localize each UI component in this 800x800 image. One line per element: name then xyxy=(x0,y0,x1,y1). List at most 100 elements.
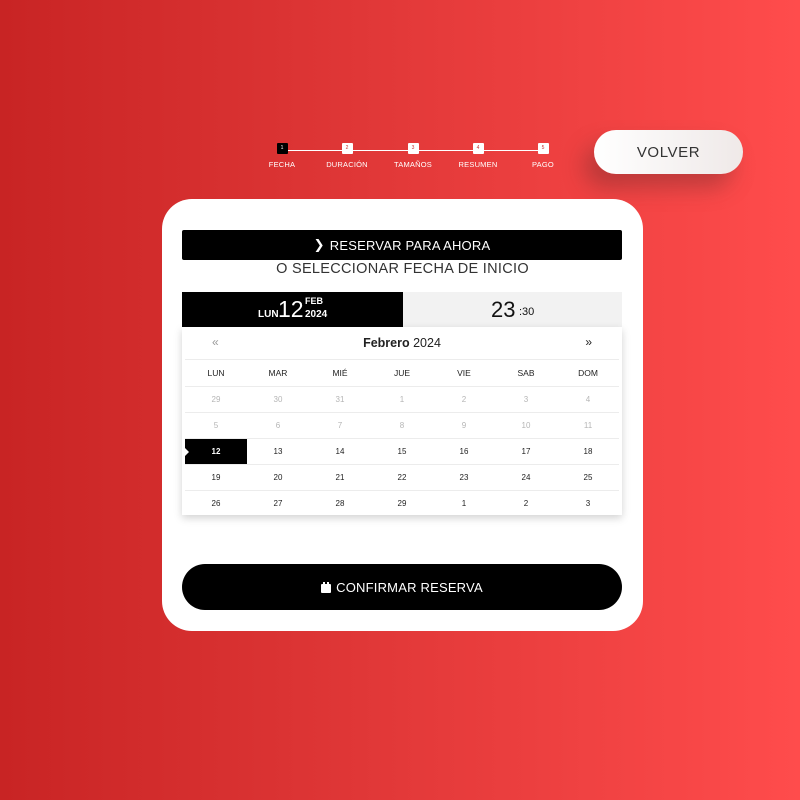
calendar-day-number: 12 xyxy=(211,447,221,456)
step-label: RESUMEN xyxy=(458,160,498,169)
calendar-day: 29 xyxy=(185,387,247,412)
book-now-button[interactable]: ❯ RESERVAR PARA AHORA xyxy=(182,230,622,260)
calendar-day[interactable]: 17 xyxy=(495,439,557,464)
step-label: TAMAÑOS xyxy=(394,160,432,169)
calendar-title: Febrero 2024 xyxy=(182,336,622,350)
calendar-day-number: 23 xyxy=(459,473,469,482)
calendar-day[interactable]: 18 xyxy=(557,439,619,464)
calendar-day-number: 22 xyxy=(397,473,407,482)
calendar-day[interactable]: 25 xyxy=(557,465,619,490)
calendar-day[interactable]: 27 xyxy=(247,491,309,516)
calendar-day: 10 xyxy=(495,413,557,438)
calendar-day[interactable]: 15 xyxy=(371,439,433,464)
calendar-day-number: 16 xyxy=(459,447,469,456)
weekday-header: LUN MAR MIÉ JUE VIE SAB DOM xyxy=(185,359,619,386)
step-number: 3 xyxy=(407,143,419,154)
calendar-day: 30 xyxy=(247,387,309,412)
calendar-day-number: 2 xyxy=(523,499,529,508)
calendar-day-number: 6 xyxy=(275,421,281,430)
calendar-day-number: 26 xyxy=(211,499,221,508)
calendar-day[interactable]: 29 xyxy=(371,491,433,516)
calendar-week-row: 26 27 28 29 1 2 3 xyxy=(185,490,619,516)
step-label: FECHA xyxy=(268,160,296,169)
calendar-day: 1 xyxy=(371,387,433,412)
calendar-nav: « Febrero 2024 » xyxy=(182,327,622,359)
chevron-right-icon: ❯ xyxy=(313,237,325,252)
weekday-label: LUN xyxy=(207,368,225,378)
weekday-label: SAB xyxy=(517,368,535,378)
calendar-day-selected[interactable]: 12 xyxy=(185,439,247,464)
calendar-day-number: 13 xyxy=(273,447,283,456)
calendar: « Febrero 2024 » LUN MAR MIÉ JUE VIE SAB… xyxy=(182,327,622,515)
calendar-day-number: 1 xyxy=(461,499,467,508)
calendar-day-number: 14 xyxy=(335,447,345,456)
weekday-label: VIE xyxy=(457,368,471,378)
calendar-day[interactable]: 26 xyxy=(185,491,247,516)
confirm-booking-button[interactable]: CONFIRMAR RESERVA xyxy=(182,564,622,610)
step-tamanos: 3 TAMAÑOS xyxy=(383,143,443,169)
step-number: 4 xyxy=(472,143,484,154)
selected-day-marker xyxy=(185,447,189,456)
calendar-day[interactable]: 13 xyxy=(247,439,309,464)
calendar-day-number: 29 xyxy=(397,499,407,508)
booking-card: ❯ RESERVAR PARA AHORA O SELECCIONAR FECH… xyxy=(162,199,643,631)
calendar-day-number: 28 xyxy=(335,499,345,508)
calendar-day-number: 8 xyxy=(399,421,405,430)
confirm-booking-label: CONFIRMAR RESERVA xyxy=(336,579,483,595)
calendar-day-number: 21 xyxy=(335,473,345,482)
calendar-day-number: 27 xyxy=(273,499,283,508)
calendar-day-number: 4 xyxy=(585,395,591,404)
selected-minute: :30 xyxy=(519,306,535,318)
calendar-week-row: 5 6 7 8 9 10 11 xyxy=(185,412,619,438)
selected-time-display[interactable]: 23 :30 xyxy=(403,292,622,327)
calendar-grid: LUN MAR MIÉ JUE VIE SAB DOM 29 30 31 1 2 3 4 5 6… xyxy=(185,359,619,516)
calendar-day: 31 xyxy=(309,387,371,412)
calendar-day-number: 10 xyxy=(521,421,531,430)
calendar-year: 2024 xyxy=(413,336,441,350)
selected-hour: 23 xyxy=(491,297,516,322)
calendar-day[interactable]: 14 xyxy=(309,439,371,464)
calendar-day-number: 15 xyxy=(397,447,407,456)
step-number: 1 xyxy=(276,143,288,154)
calendar-day-number: 20 xyxy=(273,473,283,482)
selected-date-display[interactable]: LUN 12 FEB 2024 xyxy=(182,292,403,327)
calendar-day: 11 xyxy=(557,413,619,438)
calendar-day: 3 xyxy=(495,387,557,412)
step-number: 5 xyxy=(537,143,549,154)
calendar-month: Febrero xyxy=(363,336,410,350)
calendar-day[interactable]: 28 xyxy=(309,491,371,516)
selected-month: FEB xyxy=(305,296,323,306)
calendar-day-number: 3 xyxy=(585,499,591,508)
calendar-day: 8 xyxy=(371,413,433,438)
calendar-day-number: 5 xyxy=(213,421,219,430)
calendar-day-number: 24 xyxy=(521,473,531,482)
selected-weekday: LUN xyxy=(258,309,279,320)
calendar-day[interactable]: 1 xyxy=(433,491,495,516)
step-resumen: 4 RESUMEN xyxy=(448,143,508,169)
step-number: 2 xyxy=(341,143,353,154)
calendar-day[interactable]: 24 xyxy=(495,465,557,490)
selected-year: 2024 xyxy=(305,309,328,320)
calendar-day[interactable]: 23 xyxy=(433,465,495,490)
step-fecha: 1 FECHA xyxy=(252,143,312,169)
calendar-day[interactable]: 22 xyxy=(371,465,433,490)
calendar-icon xyxy=(321,581,332,593)
calendar-day-number: 17 xyxy=(521,447,531,456)
next-month-button[interactable]: » xyxy=(585,335,592,349)
select-date-heading: O SELECCIONAR FECHA DE INICIO xyxy=(276,261,529,277)
calendar-day-number: 18 xyxy=(583,447,593,456)
calendar-day[interactable]: 3 xyxy=(557,491,619,516)
weekday-label: JUE xyxy=(393,368,411,378)
calendar-day: 2 xyxy=(433,387,495,412)
calendar-day[interactable]: 20 xyxy=(247,465,309,490)
weekday-label: DOM xyxy=(578,368,598,378)
calendar-day-number: 30 xyxy=(273,395,283,404)
calendar-week-row: 29 30 31 1 2 3 4 xyxy=(185,386,619,412)
calendar-day[interactable]: 2 xyxy=(495,491,557,516)
calendar-day-number: 31 xyxy=(335,395,345,404)
back-button[interactable]: VOLVER xyxy=(594,130,743,174)
calendar-day[interactable]: 16 xyxy=(433,439,495,464)
calendar-day[interactable]: 19 xyxy=(185,465,247,490)
calendar-day[interactable]: 21 xyxy=(309,465,371,490)
calendar-day: 7 xyxy=(309,413,371,438)
